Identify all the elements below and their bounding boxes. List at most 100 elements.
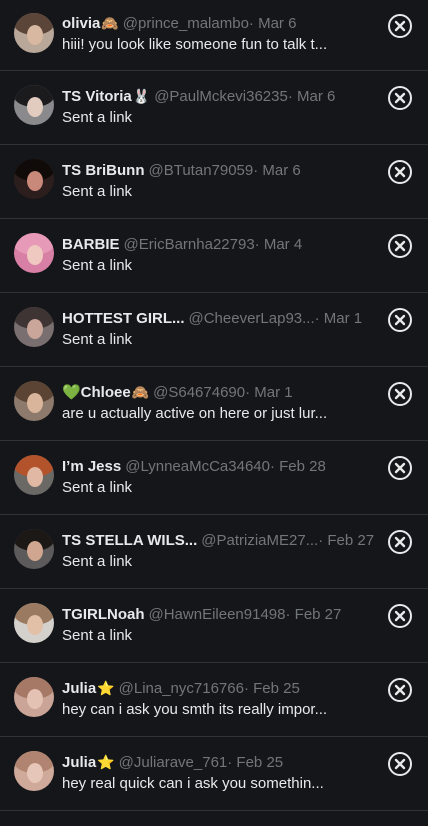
close-icon bbox=[394, 758, 406, 770]
dismiss-button[interactable] bbox=[388, 382, 412, 406]
message-requests-list: olivia 🙈 @prince_malambo · Mar 6 hiii! y… bbox=[0, 0, 428, 826]
dismiss-button[interactable] bbox=[388, 234, 412, 258]
message-header: I’m Jess @LynneaMcCa34640 · Feb 28 bbox=[62, 457, 374, 476]
message-row[interactable]: olivia 🙈 @prince_malambo · Mar 6 hiii! y… bbox=[0, 0, 428, 71]
message-date: · Mar 1 bbox=[314, 310, 363, 327]
message-row[interactable]: BARBIE @EricBarnha22793 · Mar 4 Sent a l… bbox=[0, 219, 428, 293]
dismiss-button[interactable] bbox=[388, 456, 412, 480]
dismiss-button[interactable] bbox=[388, 752, 412, 776]
sender-emoji: ⭐ bbox=[97, 680, 115, 696]
sender-name[interactable]: I’m Jess bbox=[62, 457, 121, 476]
dismiss-button[interactable] bbox=[388, 308, 412, 332]
avatar-face bbox=[27, 319, 43, 339]
message-date: · Feb 28 bbox=[269, 458, 326, 475]
avatar[interactable] bbox=[14, 233, 54, 273]
avatar-face bbox=[27, 171, 43, 191]
avatar-face bbox=[27, 615, 43, 635]
avatar[interactable] bbox=[14, 677, 54, 717]
dismiss-button[interactable] bbox=[388, 678, 412, 702]
message-header: HOTTEST GIRL... @CheeverLap93... · Mar 1 bbox=[62, 309, 374, 328]
close-icon bbox=[394, 610, 406, 622]
dismiss-button[interactable] bbox=[388, 530, 412, 554]
message-row[interactable]: TS STELLA WILS... @PatriziaME27... · Feb… bbox=[0, 515, 428, 589]
message-preview: Sent a link bbox=[62, 479, 133, 496]
avatar[interactable] bbox=[14, 85, 54, 125]
message-row[interactable]: TGIRLNoah @HawnEileen91498 · Feb 27 Sent… bbox=[0, 589, 428, 663]
message-text: BARBIE @EricBarnha22793 · Mar 4 Sent a l… bbox=[62, 235, 374, 275]
sender-handle[interactable]: @prince_malambo bbox=[123, 14, 249, 33]
message-text: TS STELLA WILS... @PatriziaME27... · Feb… bbox=[62, 531, 374, 571]
close-icon bbox=[394, 240, 406, 252]
close-icon bbox=[394, 314, 406, 326]
avatar-face bbox=[27, 763, 43, 783]
message-preview: Sent a link bbox=[62, 257, 133, 274]
avatar[interactable] bbox=[14, 455, 54, 495]
message-preview: Sent a link bbox=[62, 331, 133, 348]
avatar[interactable] bbox=[14, 603, 54, 643]
close-icon bbox=[394, 166, 406, 178]
message-row[interactable]: TS Vitoria 🐰 @PaulMckevi36235 · Mar 6 Se… bbox=[0, 71, 428, 145]
dismiss-button[interactable] bbox=[388, 604, 412, 628]
sender-name[interactable]: TS BriBunn bbox=[62, 161, 145, 180]
sender-handle[interactable]: @CheeverLap93... bbox=[189, 309, 315, 328]
message-date: · Feb 25 bbox=[243, 680, 300, 697]
sender-handle[interactable]: @PatriziaME27... bbox=[201, 531, 318, 550]
sender-handle[interactable]: @EricBarnha22793 bbox=[124, 235, 255, 254]
sender-name[interactable]: Julia bbox=[62, 679, 96, 698]
sender-name[interactable]: TS Vitoria bbox=[62, 87, 132, 106]
close-icon bbox=[394, 92, 406, 104]
close-icon bbox=[394, 536, 406, 548]
message-row[interactable]: Julia ⭐ @Juliarave_761 · Feb 25 hey real… bbox=[0, 737, 428, 811]
avatar[interactable] bbox=[14, 529, 54, 569]
message-row[interactable]: 💚Chloee 🙈 @S64674690 · Mar 1 are u actua… bbox=[0, 367, 428, 441]
sender-handle[interactable]: @BTutan79059 bbox=[149, 161, 254, 180]
sender-handle[interactable]: @HawnEileen91498 bbox=[149, 605, 286, 624]
sender-name[interactable]: 💚Chloee bbox=[62, 383, 131, 402]
dismiss-button[interactable] bbox=[388, 14, 412, 38]
sender-emoji: ⭐ bbox=[97, 754, 115, 770]
close-icon bbox=[394, 20, 406, 32]
message-row[interactable]: HOTTEST GIRL... @CheeverLap93... · Mar 1… bbox=[0, 293, 428, 367]
message-row[interactable]: I’m Jess @LynneaMcCa34640 · Feb 28 Sent … bbox=[0, 441, 428, 515]
sender-name[interactable]: BARBIE bbox=[62, 235, 120, 254]
message-date: · Mar 4 bbox=[254, 236, 303, 253]
sender-name[interactable]: HOTTEST GIRL... bbox=[62, 309, 185, 328]
sender-handle[interactable]: @LynneaMcCa34640 bbox=[125, 457, 270, 476]
message-text: HOTTEST GIRL... @CheeverLap93... · Mar 1… bbox=[62, 309, 374, 349]
message-preview: are u actually active on here or just lu… bbox=[62, 405, 328, 422]
close-icon bbox=[394, 462, 406, 474]
avatar[interactable] bbox=[14, 307, 54, 347]
message-header: BARBIE @EricBarnha22793 · Mar 4 bbox=[62, 235, 374, 254]
message-row[interactable]: TS BriBunn @BTutan79059 · Mar 6 Sent a l… bbox=[0, 145, 428, 219]
message-date: · Mar 6 bbox=[253, 162, 301, 179]
message-date: · Mar 6 bbox=[287, 88, 336, 105]
message-row[interactable]: Julia ⭐ @Lina_nyc716766 · Feb 25 hey can… bbox=[0, 663, 428, 737]
avatar-face bbox=[27, 393, 43, 413]
sender-name[interactable]: TS STELLA WILS... bbox=[62, 531, 197, 550]
message-preview: Sent a link bbox=[62, 183, 133, 200]
sender-name[interactable]: TGIRLNoah bbox=[62, 605, 145, 624]
avatar[interactable] bbox=[14, 381, 54, 421]
message-text: olivia 🙈 @prince_malambo · Mar 6 hiii! y… bbox=[62, 14, 374, 54]
message-date: · Feb 27 bbox=[318, 532, 374, 549]
avatar[interactable] bbox=[14, 159, 54, 199]
message-text: TS BriBunn @BTutan79059 · Mar 6 Sent a l… bbox=[62, 161, 374, 201]
message-text: I’m Jess @LynneaMcCa34640 · Feb 28 Sent … bbox=[62, 457, 374, 497]
sender-handle[interactable]: @Lina_nyc716766 bbox=[119, 679, 244, 698]
avatar-face bbox=[27, 97, 43, 117]
avatar[interactable] bbox=[14, 13, 54, 53]
message-date: · Mar 1 bbox=[245, 384, 293, 401]
sender-handle[interactable]: @PaulMckevi36235 bbox=[154, 87, 288, 106]
sender-name[interactable]: olivia bbox=[62, 14, 100, 33]
dismiss-button[interactable] bbox=[388, 160, 412, 184]
sender-handle[interactable]: @Juliarave_761 bbox=[119, 753, 228, 772]
avatar-face bbox=[27, 541, 43, 561]
sender-handle[interactable]: @S64674690 bbox=[153, 383, 245, 402]
message-date: · Feb 25 bbox=[227, 754, 284, 771]
dismiss-button[interactable] bbox=[388, 86, 412, 110]
message-text: 💚Chloee 🙈 @S64674690 · Mar 1 are u actua… bbox=[62, 383, 374, 423]
message-preview: hey real quick can i ask you somethin... bbox=[62, 775, 324, 792]
avatar[interactable] bbox=[14, 751, 54, 791]
message-header: olivia 🙈 @prince_malambo · Mar 6 bbox=[62, 14, 374, 33]
sender-name[interactable]: Julia bbox=[62, 753, 96, 772]
